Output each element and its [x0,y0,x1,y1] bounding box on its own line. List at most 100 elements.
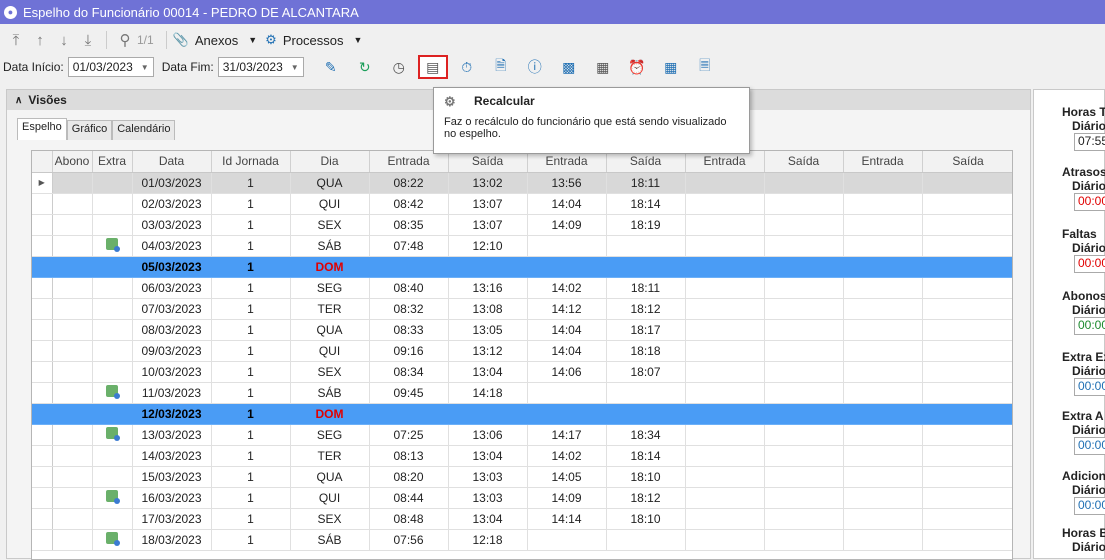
table-row[interactable]: 18/03/2023 1 SÁB 07:56 12:18 [32,529,1012,551]
table-row[interactable]: 04/03/2023 1 SÁB 07:48 12:10 [32,235,1012,257]
totals-value-field[interactable]: 00:00 [1074,193,1105,211]
stopwatch-icon[interactable]: ⏱ [452,55,482,79]
column-header[interactable]: Extra [92,151,133,173]
row-indicator[interactable] [32,382,53,404]
alert-clock-icon[interactable]: ⏰ [622,55,652,79]
table-row[interactable]: 06/03/2023 1 SEG 08:40 13:16 14:02 18:11 [32,277,1012,299]
row-indicator[interactable]: ▶ [32,172,53,194]
first-record-icon[interactable]: ⤒ [4,28,28,52]
cell-entrada: 14:04 [527,340,607,362]
table-row[interactable]: 15/03/2023 1 QUA 08:20 13:03 14:05 18:10 [32,466,1012,488]
row-indicator[interactable] [32,529,53,551]
totals-section: Horas B Diário [1062,526,1105,554]
cell-dia: SEX [290,361,370,383]
calculator-icon[interactable]: ▦ [656,55,686,79]
row-indicator[interactable] [32,466,53,488]
table-row[interactable]: 10/03/2023 1 SEX 08:34 13:04 14:06 18:07 [32,361,1012,383]
table-row[interactable]: 12/03/2023 1 DOM [32,403,1012,425]
info-icon[interactable]: ⓘ [520,55,550,79]
totals-value-field[interactable]: 00:00 [1074,378,1105,396]
cell-data: 08/03/2023 [132,319,212,341]
last-record-icon[interactable]: ⤓ [76,28,100,52]
table-row[interactable]: 13/03/2023 1 SEG 07:25 13:06 14:17 18:34 [32,424,1012,446]
cell-extra [92,277,133,299]
tab-espelho[interactable]: Espelho [17,118,67,140]
calendar-grid-icon[interactable]: ▦ [588,55,618,79]
column-header[interactable]: Data [132,151,212,173]
column-header[interactable]: Entrada [527,151,607,173]
totals-diario-label: Diário [1072,119,1105,133]
column-header[interactable]: Entrada [843,151,923,173]
row-indicator[interactable] [32,340,53,362]
table-row[interactable]: 09/03/2023 1 QUI 09:16 13:12 14:04 18:18 [32,340,1012,362]
totals-value-field[interactable]: 00:00 [1074,255,1105,273]
table-row[interactable]: 08/03/2023 1 QUA 08:33 13:05 14:04 18:17 [32,319,1012,341]
extra-hours-icon[interactable] [106,238,120,252]
column-header[interactable]: Saída [606,151,686,173]
column-header[interactable]: Entrada [685,151,765,173]
row-indicator[interactable] [32,214,53,236]
cell-abono [52,508,93,530]
row-indicator[interactable] [32,319,53,341]
data-fim-field[interactable]: 31/03/2023 ▼ [217,57,304,77]
table-row[interactable]: 05/03/2023 1 DOM [32,256,1012,278]
extra-hours-icon[interactable] [106,532,120,546]
totals-value-field[interactable]: 00:00 [1074,437,1105,455]
row-indicator[interactable] [32,445,53,467]
extra-hours-icon[interactable] [106,427,120,441]
row-indicator[interactable] [32,256,53,278]
cell-data: 16/03/2023 [132,487,212,509]
cell-saida: 18:10 [606,466,686,488]
chevron-down-icon[interactable]: ▼ [291,63,299,72]
table-row[interactable]: 17/03/2023 1 SEX 08:48 13:04 14:14 18:10 [32,508,1012,530]
anexos-menu-button[interactable]: 📎 Anexos ▼ [173,32,257,48]
tab-grafico[interactable]: Gráfico [66,120,113,140]
tab-calendario[interactable]: Calendário [112,120,176,140]
totals-value-field[interactable]: 07:55 [1074,133,1105,151]
row-indicator[interactable] [32,277,53,299]
totals-value-field[interactable]: 00:00 [1074,317,1105,335]
table-row[interactable]: 07/03/2023 1 TER 08:32 13:08 14:12 18:12 [32,298,1012,320]
table-row[interactable]: 11/03/2023 1 SÁB 09:45 14:18 [32,382,1012,404]
recalcular-button[interactable]: ▤ [417,55,448,79]
column-header[interactable]: Saída [764,151,844,173]
table-row[interactable]: 14/03/2023 1 TER 08:13 13:04 14:02 18:14 [32,445,1012,467]
data-inicio-field[interactable]: 01/03/2023 ▼ [67,57,154,77]
chevron-up-icon[interactable]: ∧ [15,95,22,106]
refresh-icon[interactable]: ↻ [350,55,380,79]
chevron-down-icon[interactable]: ▼ [141,63,149,72]
column-header[interactable]: Entrada [369,151,449,173]
table-row[interactable]: 16/03/2023 1 QUI 08:44 13:03 14:09 18:12 [32,487,1012,509]
row-indicator[interactable] [32,193,53,215]
cell-saida: 18:11 [606,277,686,299]
cell-saida: 18:12 [606,298,686,320]
column-header[interactable]: Saída [448,151,528,173]
row-indicator[interactable] [32,424,53,446]
next-record-icon[interactable]: ↓ [52,28,76,52]
previous-record-icon[interactable]: ↑ [28,28,52,52]
edit-icon[interactable]: ✎ [316,55,346,79]
processos-menu-button[interactable]: ⚙ Processos ▼ [265,32,362,48]
table-row[interactable]: ▶ 01/03/2023 1 QUA 08:22 13:02 13:56 18:11 [32,172,1012,194]
table-row[interactable]: 03/03/2023 1 SEX 08:35 13:07 14:09 18:19 [32,214,1012,236]
totals-diario-label: Diário [1072,364,1105,378]
extra-hours-icon[interactable] [106,385,120,399]
column-header[interactable]: Dia [290,151,370,173]
employee-card-icon[interactable]: ▩ [554,55,584,79]
column-header[interactable]: Id Jornada [211,151,291,173]
document-clock-icon[interactable]: 🗎 [486,55,516,79]
report-clock-icon[interactable]: 🗏 [690,55,720,79]
totals-value-field[interactable]: 00:00 [1074,497,1105,515]
search-icon[interactable]: ⚲ [113,28,137,52]
row-indicator[interactable] [32,235,53,257]
extra-hours-icon[interactable] [106,490,120,504]
row-indicator[interactable] [32,361,53,383]
history-clock-icon[interactable]: ◷ [384,55,414,79]
row-indicator[interactable] [32,298,53,320]
column-header[interactable]: Abono [52,151,93,173]
table-row[interactable]: 02/03/2023 1 QUI 08:42 13:07 14:04 18:14 [32,193,1012,215]
row-indicator[interactable] [32,487,53,509]
row-indicator[interactable] [32,508,53,530]
column-header[interactable]: Saída [922,151,1012,173]
row-indicator[interactable] [32,403,53,425]
